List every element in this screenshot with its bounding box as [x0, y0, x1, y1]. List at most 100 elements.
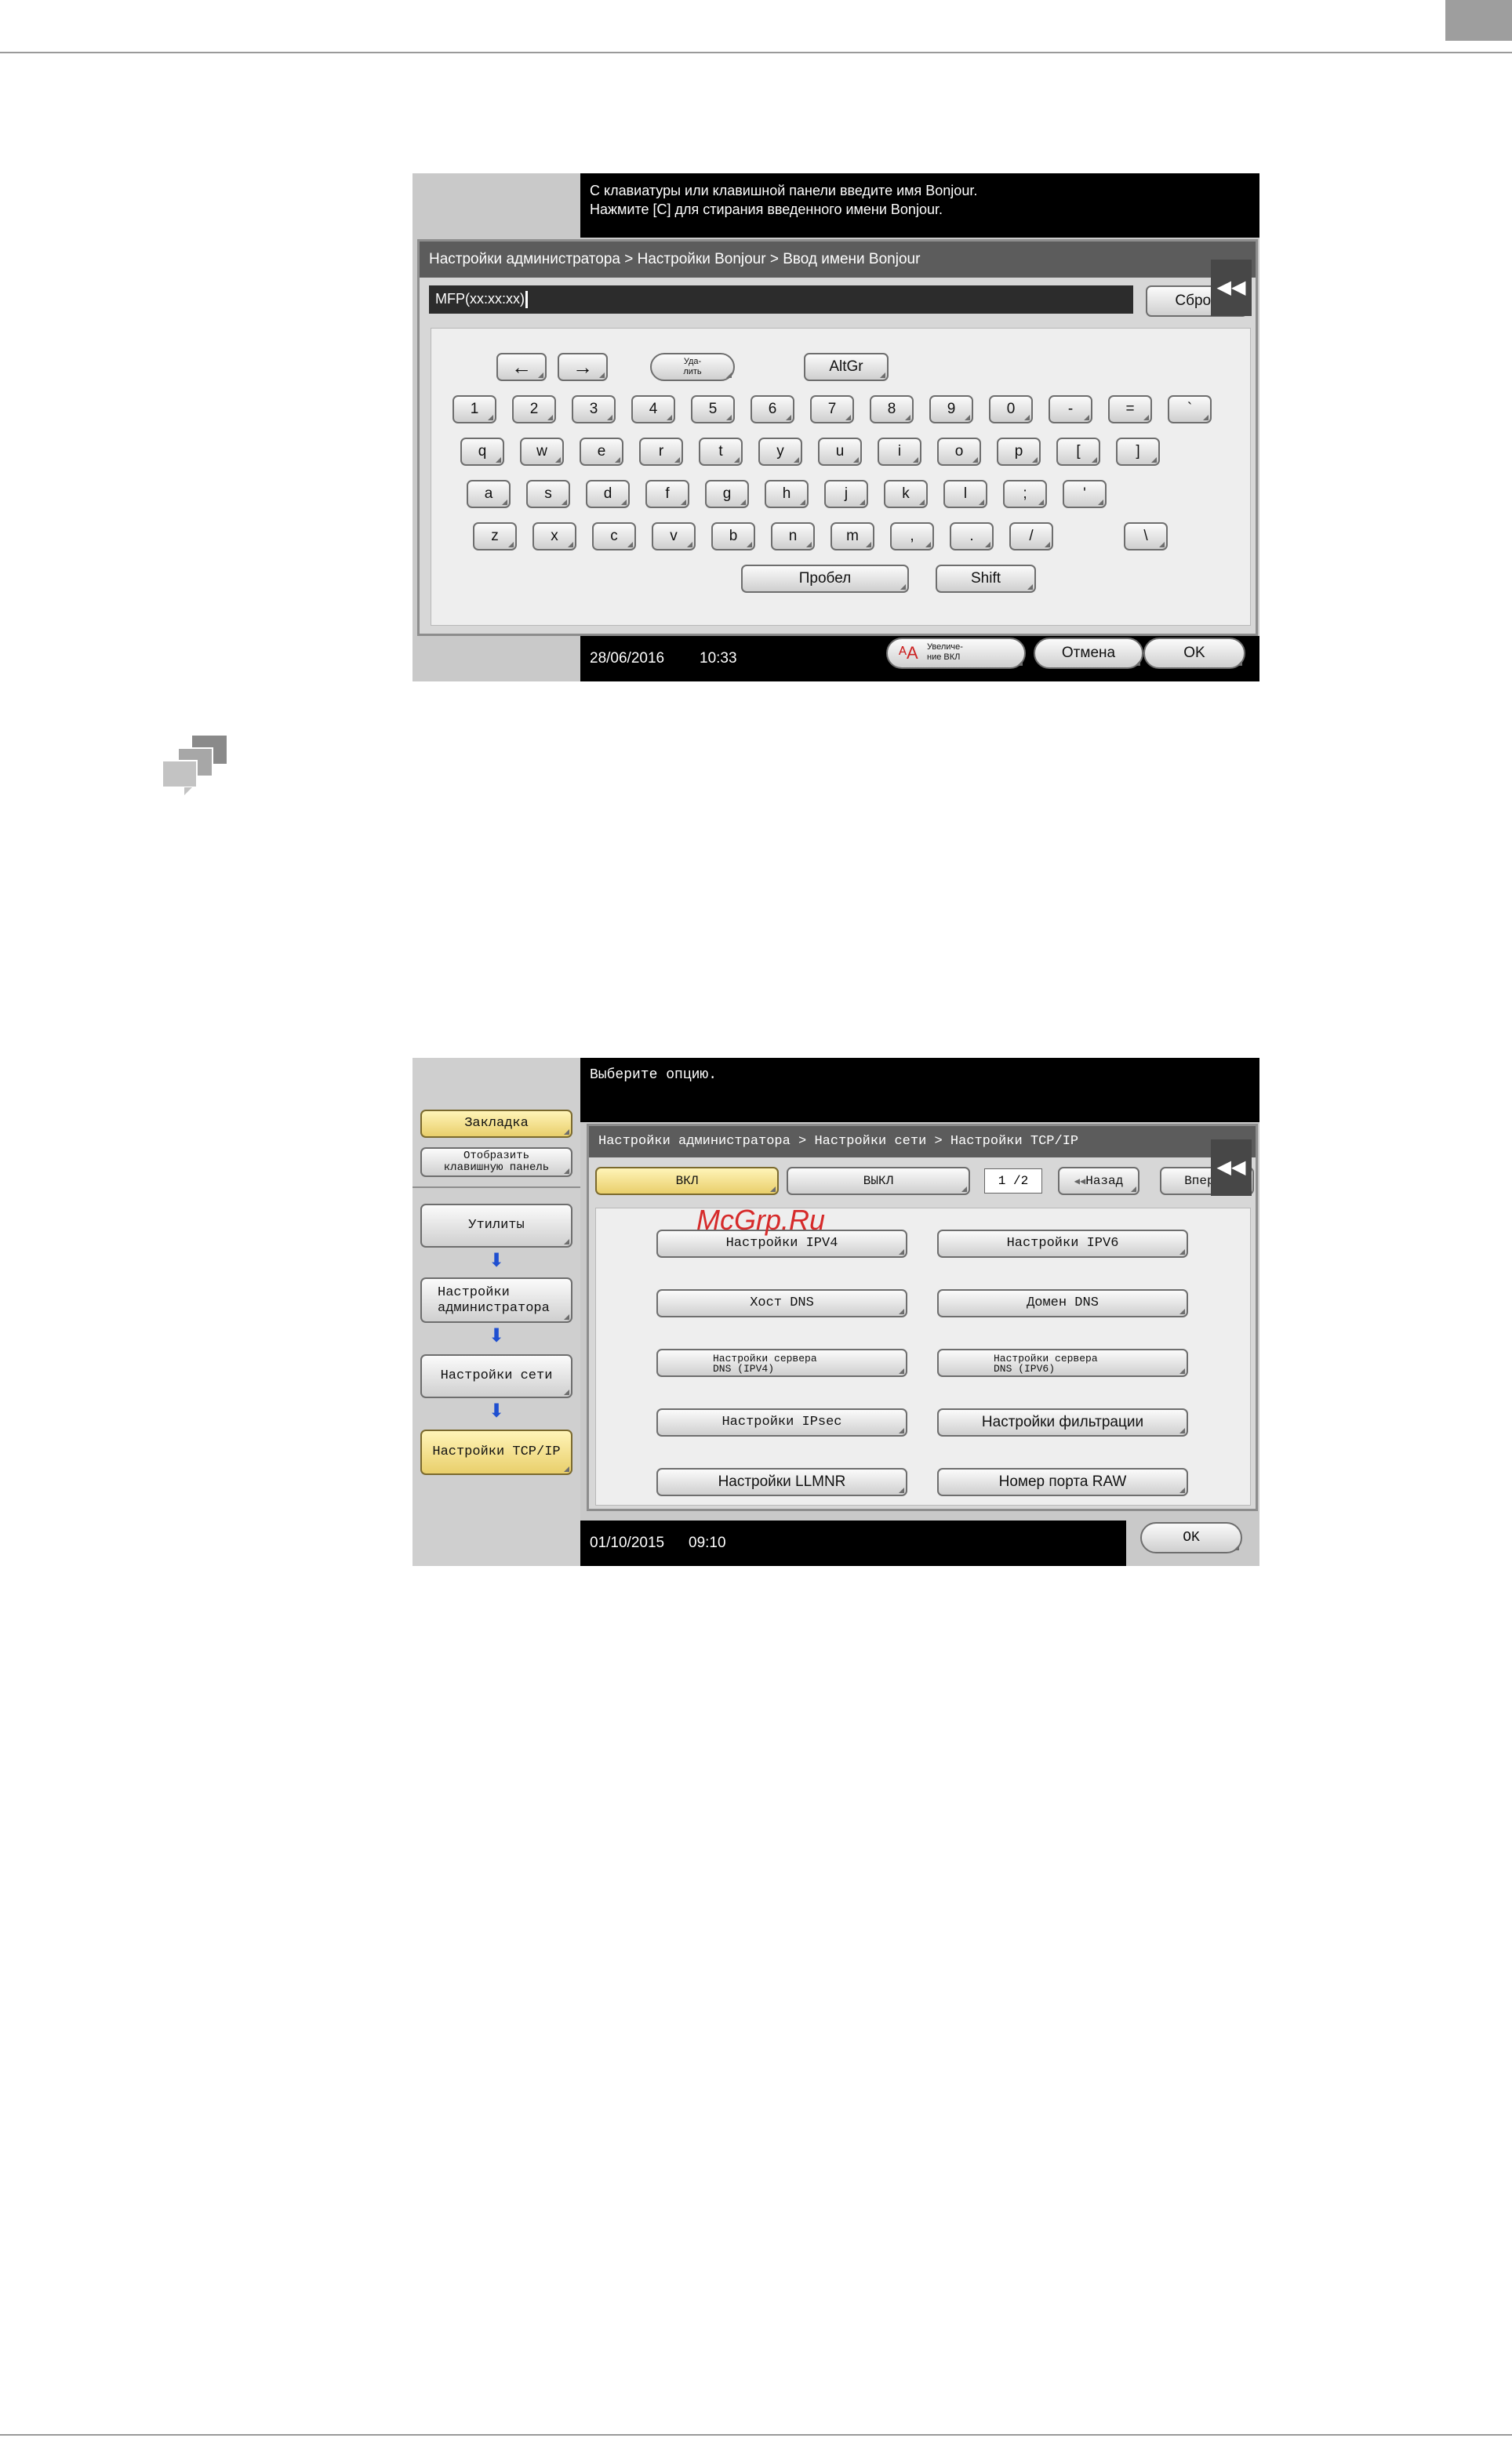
bookmark-button[interactable]: Закладка [420, 1110, 572, 1138]
key-q[interactable]: q [460, 438, 504, 466]
key-y[interactable]: y [758, 438, 802, 466]
option-ipsec-settings[interactable]: Настройки IPsec [656, 1408, 907, 1437]
key-w[interactable]: w [520, 438, 564, 466]
key-b[interactable]: b [711, 522, 755, 550]
key-s[interactable]: s [526, 480, 570, 508]
key-r[interactable]: r [639, 438, 683, 466]
back-label: Назад [1085, 1174, 1124, 1188]
double-left-arrow-icon: ◀◀ [1216, 1157, 1246, 1178]
option-dns-host[interactable]: Хост DNS [656, 1289, 907, 1317]
key-0[interactable]: 0 [989, 395, 1033, 423]
key-1[interactable]: 1 [453, 395, 496, 423]
key-right-bracket[interactable]: ] [1116, 438, 1160, 466]
key-g[interactable]: g [705, 480, 749, 508]
shift-key[interactable]: Shift [936, 565, 1036, 593]
key-l[interactable]: l [943, 480, 987, 508]
option-ipv6-settings[interactable]: Настройки IPV6 [937, 1230, 1188, 1258]
time-readout: 09:10 [689, 1535, 726, 1551]
key-8[interactable]: 8 [870, 395, 914, 423]
key-a[interactable]: a [467, 480, 511, 508]
key-p[interactable]: p [997, 438, 1041, 466]
delete-key[interactable]: Уда- лить [650, 353, 735, 381]
watermark-text: McGrp.Ru [696, 1204, 826, 1236]
keyboard-screen: Настройки администратора > Настройки Bon… [417, 239, 1258, 636]
show-keypad-line-2: клавишную панель [443, 1161, 550, 1174]
option-filter-settings[interactable]: Настройки фильтрации [937, 1408, 1188, 1437]
option-dns-server-ipv6[interactable]: Настройки сервера DNS (IPV6) [937, 1349, 1188, 1377]
double-left-arrow-icon: ◀◀ [1074, 1176, 1086, 1187]
key-5[interactable]: 5 [691, 395, 735, 423]
key-6[interactable]: 6 [751, 395, 794, 423]
nav-admin-line-2: администратора [438, 1301, 550, 1316]
delete-label-line-2: лить [683, 367, 702, 376]
header-rule [0, 52, 1512, 53]
text-cursor [525, 291, 528, 309]
key-i[interactable]: i [878, 438, 921, 466]
ok-button[interactable]: OK [1143, 638, 1245, 669]
nav-tcpip-settings[interactable]: Настройки TCP/IP [420, 1430, 572, 1475]
key-2[interactable]: 2 [512, 395, 556, 423]
key-c[interactable]: c [592, 522, 636, 550]
key-minus[interactable]: - [1049, 395, 1092, 423]
instruction-message: Выберите опцию. [580, 1058, 1259, 1122]
key-m[interactable]: m [831, 522, 874, 550]
on-tab[interactable]: ВКЛ [595, 1167, 779, 1195]
cursor-right-key[interactable]: → [558, 353, 608, 381]
key-comma[interactable]: , [890, 522, 934, 550]
options-screen: Настройки администратора > Настройки сет… [587, 1124, 1258, 1511]
key-9[interactable]: 9 [929, 395, 973, 423]
bonjour-name-panel: С клавиатуры или клавишной панели введит… [413, 173, 1259, 681]
key-u[interactable]: u [818, 438, 862, 466]
cancel-button[interactable]: Отмена [1034, 638, 1143, 669]
key-backtick[interactable]: ` [1168, 395, 1212, 423]
key-equals[interactable]: = [1108, 395, 1152, 423]
nav-admin-settings[interactable]: Настройки администратора [420, 1277, 572, 1323]
key-period[interactable]: . [950, 522, 994, 550]
date-readout: 01/10/2015 [590, 1535, 665, 1551]
show-keypad-button[interactable]: Отобразить клавишную панель [420, 1147, 572, 1177]
collapse-panel-button[interactable]: ◀◀ [1211, 1139, 1252, 1196]
zoom-on-button[interactable]: ᴬA Увеличе- ние ВКЛ [886, 638, 1026, 669]
option-raw-port-number[interactable]: Номер порта RAW [937, 1468, 1188, 1496]
page-indicator: 1 /2 [984, 1168, 1042, 1194]
key-t[interactable]: t [699, 438, 743, 466]
key-e[interactable]: e [580, 438, 623, 466]
key-left-bracket[interactable]: [ [1056, 438, 1100, 466]
sidebar-divider [413, 1186, 580, 1188]
key-o[interactable]: o [937, 438, 981, 466]
zoom-label-line-2: ние ВКЛ [927, 652, 961, 662]
key-apostrophe[interactable]: ' [1063, 480, 1107, 508]
key-3[interactable]: 3 [572, 395, 616, 423]
bonjour-name-input[interactable]: MFP(xx:xx:xx) [429, 285, 1133, 314]
key-n[interactable]: n [771, 522, 815, 550]
delete-label-line-1: Уда- [683, 357, 702, 366]
cursor-left-key[interactable]: ← [496, 353, 547, 381]
key-x[interactable]: x [532, 522, 576, 550]
ok-button[interactable]: OK [1140, 1522, 1242, 1553]
key-f[interactable]: f [645, 480, 689, 508]
key-z[interactable]: z [473, 522, 517, 550]
key-d[interactable]: d [586, 480, 630, 508]
altgr-key[interactable]: AltGr [804, 353, 889, 381]
off-tab[interactable]: ВЫКЛ [787, 1167, 970, 1195]
key-h[interactable]: h [765, 480, 809, 508]
note-speech-bubbles-icon [162, 736, 227, 795]
nav-utilities[interactable]: Утилиты [420, 1204, 572, 1248]
option-dns-domain[interactable]: Домен DNS [937, 1289, 1188, 1317]
back-button[interactable]: ◀◀Назад [1058, 1167, 1139, 1195]
key-v[interactable]: v [652, 522, 696, 550]
date-readout: 28/06/2016 [590, 650, 665, 667]
key-backslash[interactable]: \ [1124, 522, 1168, 550]
key-7[interactable]: 7 [810, 395, 854, 423]
key-slash[interactable]: / [1009, 522, 1053, 550]
key-j[interactable]: j [824, 480, 868, 508]
option-llmnr-settings[interactable]: Настройки LLMNR [656, 1468, 907, 1496]
key-semicolon[interactable]: ; [1003, 480, 1047, 508]
instruction-line-2: Нажмите [C] для стирания введенного имен… [590, 202, 943, 217]
key-4[interactable]: 4 [631, 395, 675, 423]
option-dns-server-ipv4[interactable]: Настройки сервера DNS (IPV4) [656, 1349, 907, 1377]
space-key[interactable]: Пробел [741, 565, 909, 593]
nav-network-settings[interactable]: Настройки сети [420, 1354, 572, 1398]
collapse-panel-button[interactable]: ◀◀ [1211, 260, 1252, 316]
key-k[interactable]: k [884, 480, 928, 508]
